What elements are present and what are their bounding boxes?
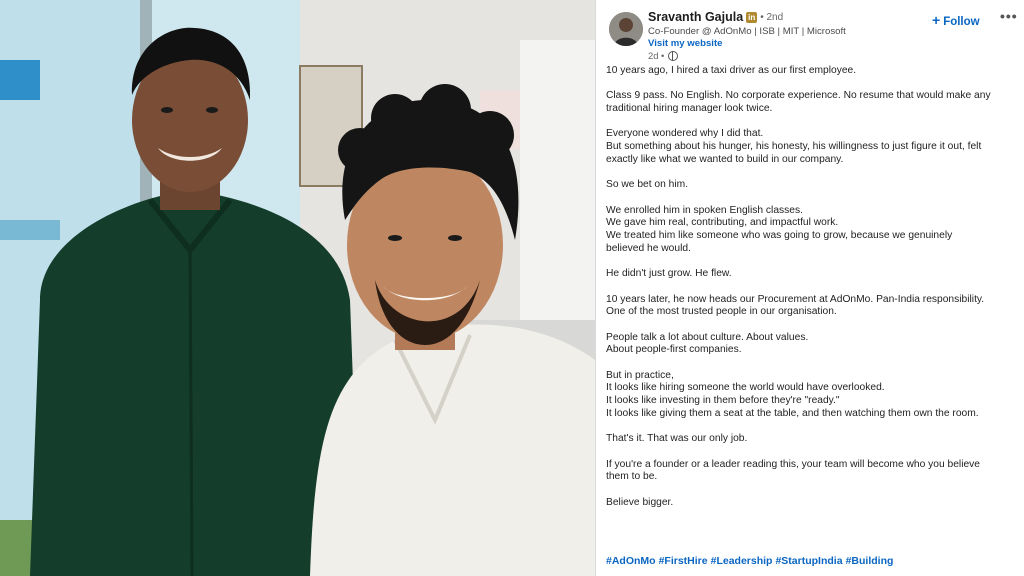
author-name[interactable]: Sravanth Gajula bbox=[648, 10, 743, 24]
post-paragraph: Class 9 pass. No English. No corporate e… bbox=[606, 90, 1018, 115]
post-photo bbox=[0, 0, 595, 576]
post-text-line: About people-first companies. bbox=[606, 344, 742, 356]
hashtag-link[interactable]: #StartupIndia bbox=[775, 555, 842, 567]
post-text-line: Everyone wondered why I did that. bbox=[606, 128, 764, 140]
post-text-line: It looks like investing in them before t… bbox=[606, 395, 840, 407]
post-paragraph: But in practice, It looks like hiring som… bbox=[606, 370, 1018, 421]
hashtag-link[interactable]: #FirstHire bbox=[659, 555, 708, 567]
follow-button[interactable]: + Follow bbox=[932, 12, 980, 28]
post-paragraph: That's it. That was our only job. bbox=[606, 433, 1018, 446]
post-paragraph: 10 years later, he now heads our Procure… bbox=[606, 294, 1018, 319]
post-text-line: We enrolled him in spoken English classe… bbox=[606, 204, 803, 216]
post-text-line: It looks like hiring someone the world w… bbox=[606, 382, 885, 394]
post-text-line: 10 years ago, I hired a taxi driver as o… bbox=[606, 65, 857, 76]
hashtag-link[interactable]: #Leadership bbox=[711, 555, 773, 567]
post-text-line: That's it. That was our only job. bbox=[606, 433, 748, 445]
avatar-portrait-icon bbox=[609, 12, 643, 46]
visit-website-link[interactable]: Visit my website bbox=[648, 38, 722, 49]
hashtag-row: #AdOnMo #FirstHire #Leadership #StartupIndi… bbox=[606, 555, 896, 567]
post-text-line: We gave him real, contributing, and impa… bbox=[606, 217, 839, 229]
post-timestamp: 2d • bbox=[648, 50, 665, 61]
post-text-line: But in practice, bbox=[606, 369, 674, 381]
connection-degree: • 2nd bbox=[760, 11, 784, 23]
follow-label: Follow bbox=[943, 16, 980, 28]
post-text-line: But something about his hunger, his hone… bbox=[606, 141, 982, 153]
post-text-line: believed he would. bbox=[606, 242, 691, 254]
hashtag-link[interactable]: #AdOnMo bbox=[606, 555, 656, 567]
post-paragraph: So we bet on him. bbox=[606, 179, 1018, 192]
linkedin-badge-icon: in bbox=[746, 11, 758, 23]
post-text-line: traditional hiring manager look twice. bbox=[606, 103, 773, 115]
post-paragraph: We enrolled him in spoken English classe… bbox=[606, 205, 1018, 256]
post-text-line: them to be. bbox=[606, 471, 658, 483]
post-text-line: Believe bigger. bbox=[606, 496, 674, 508]
post-meta: 2d • bbox=[648, 50, 679, 61]
post-text-line: He didn't just grow. He flew. bbox=[606, 268, 732, 280]
post-text-line: People talk a lot about culture. About v… bbox=[606, 331, 809, 343]
author-avatar[interactable] bbox=[609, 12, 643, 46]
linkedin-post-card: Sravanth Gajula in • 2nd Co-Founder @ Ad… bbox=[595, 0, 1024, 576]
more-options-icon[interactable]: ••• bbox=[1000, 8, 1018, 24]
photo-illustration bbox=[0, 0, 595, 576]
plus-icon: + bbox=[932, 12, 941, 28]
post-paragraph: People talk a lot about culture. About v… bbox=[606, 332, 1018, 357]
post-text-line: One of the most trusted people in our or… bbox=[606, 306, 837, 318]
author-name-row: Sravanth Gajula in • 2nd bbox=[648, 10, 783, 24]
post-paragraph: Believe bigger. bbox=[606, 497, 1018, 510]
author-headline: Co-Founder @ AdOnMo | ISB | MIT | Micros… bbox=[648, 26, 846, 37]
post-paragraph: He didn't just grow. He flew. bbox=[606, 268, 1018, 281]
post-paragraph: 10 years ago, I hired a taxi driver as o… bbox=[606, 65, 1018, 78]
post-body: 10 years ago, I hired a taxi driver as o… bbox=[606, 65, 1018, 522]
screenshot-composite: Sravanth Gajula in • 2nd Co-Founder @ Ad… bbox=[0, 0, 1024, 576]
post-paragraph: If you're a founder or a leader reading … bbox=[606, 459, 1018, 484]
post-text-line: 10 years later, he now heads our Procure… bbox=[606, 293, 985, 305]
globe-icon bbox=[668, 50, 679, 61]
post-paragraph: Everyone wondered why I did that. But som… bbox=[606, 128, 1018, 166]
post-text-line: Class 9 pass. No English. No corporate e… bbox=[606, 90, 991, 102]
post-text-line: It looks like giving them a seat at the … bbox=[606, 407, 979, 419]
post-text-line: If you're a founder or a leader reading … bbox=[606, 458, 981, 470]
post-text-line: exactly like what we wanted to build in … bbox=[606, 153, 844, 165]
post-text-line: So we bet on him. bbox=[606, 179, 689, 191]
hashtag-link[interactable]: #Building bbox=[846, 555, 894, 567]
post-text-line: We treated him like someone who was goin… bbox=[606, 230, 953, 242]
